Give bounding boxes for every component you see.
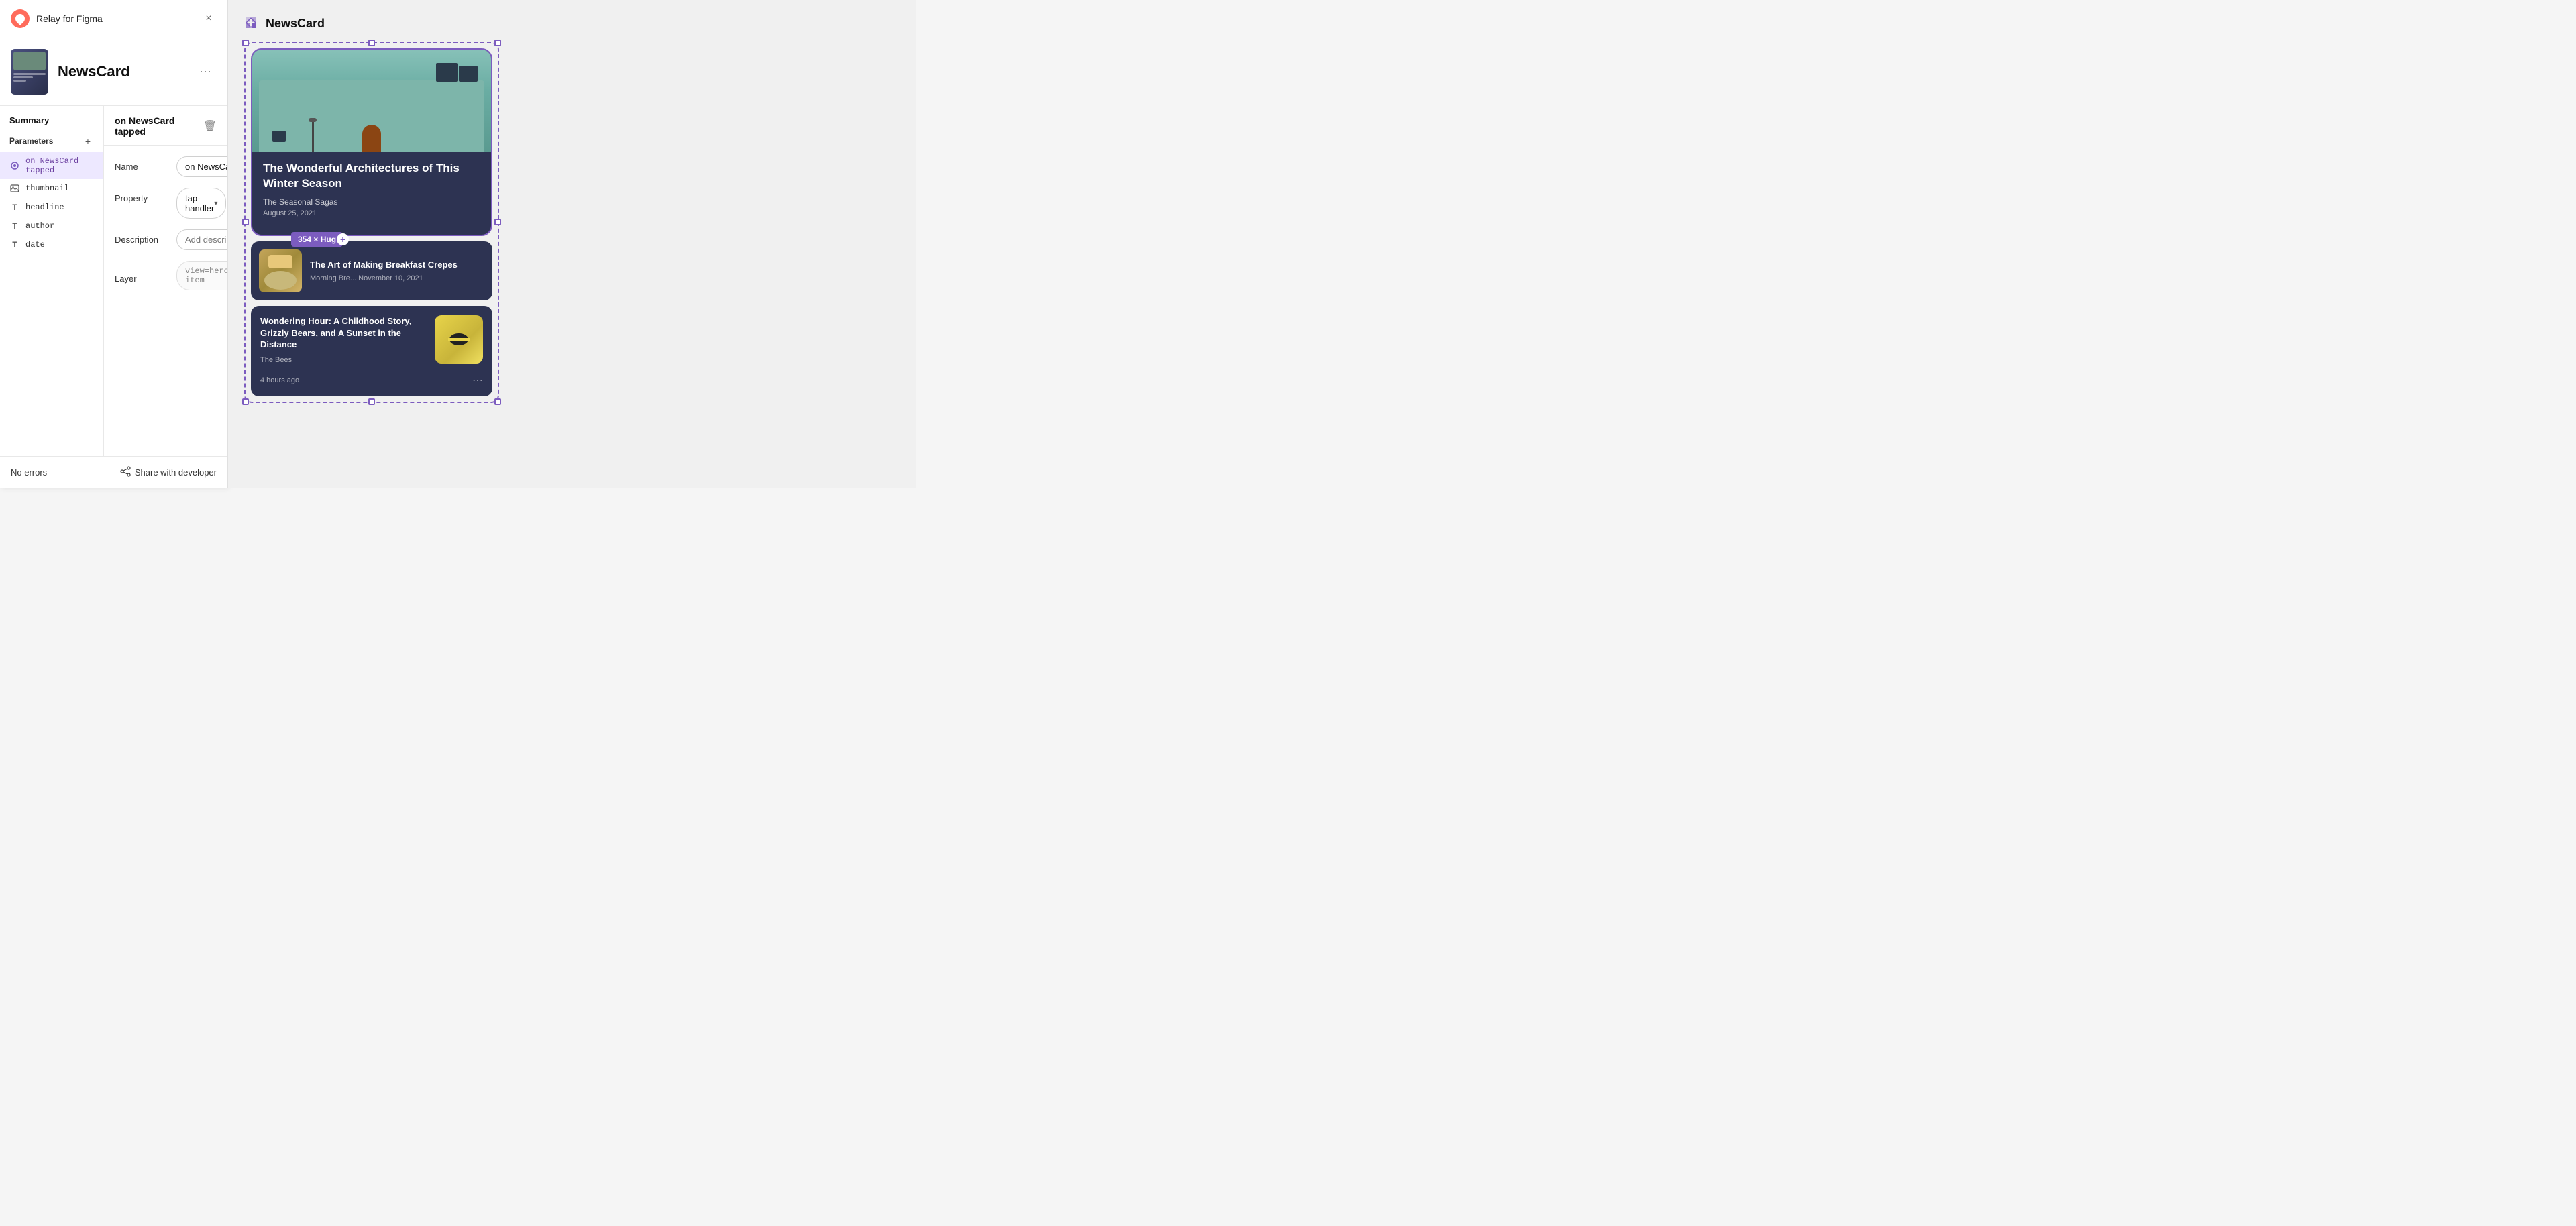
param-label-author: author: [25, 221, 54, 231]
resize-handle-tr[interactable]: [494, 40, 501, 46]
more-options-icon[interactable]: ⋯: [472, 374, 483, 387]
component-name: NewsCard: [58, 63, 130, 80]
right-panel: NewsCard: [228, 0, 916, 488]
left-panel: Relay for Figma × NewsCard ⋯ S: [0, 0, 228, 488]
resize-handle-br[interactable]: [494, 398, 501, 405]
resize-handle-tl[interactable]: [242, 40, 249, 46]
name-input[interactable]: [176, 156, 227, 177]
component-icon: [244, 16, 259, 31]
layer-value: view=hero-item: [176, 261, 227, 290]
detail-form: Name Property tap-handler ▾ Description: [104, 146, 227, 456]
relay-logo-icon: [11, 9, 30, 28]
detail-header: on NewsCard tapped 🗑: [104, 106, 227, 146]
third-card-author: The Bees: [260, 356, 427, 364]
parameters-header: Parameters +: [0, 132, 103, 152]
share-icon: [120, 466, 131, 479]
small-card[interactable]: 354 × Hug + The Art of Making Breakfast …: [251, 241, 492, 300]
text-icon-author: T: [9, 221, 20, 231]
resize-handle-ml[interactable]: [242, 219, 249, 225]
canvas-header: NewsCard: [244, 16, 900, 31]
resize-handle-bl[interactable]: [242, 398, 249, 405]
description-row: Description: [115, 229, 217, 250]
app-title: Relay for Figma: [36, 13, 103, 24]
text-icon-date: T: [9, 239, 20, 250]
component-header: NewsCard ⋯: [0, 38, 227, 106]
layer-label: Layer: [115, 268, 168, 284]
status-text: No errors: [11, 467, 47, 478]
canvas-component-name: NewsCard: [266, 17, 325, 31]
property-select[interactable]: tap-handler ▾: [176, 188, 226, 219]
share-label: Share with developer: [135, 467, 217, 478]
param-item-interaction[interactable]: on NewsCard tapped: [0, 152, 103, 179]
resize-handle-mr[interactable]: [494, 219, 501, 225]
add-parameter-button[interactable]: +: [82, 135, 94, 147]
third-card-title: Wondering Hour: A Childhood Story, Grizz…: [260, 315, 427, 351]
property-value: tap-handler: [185, 193, 214, 213]
resize-handle-bm[interactable]: [368, 398, 375, 405]
third-card-content: Wondering Hour: A Childhood Story, Grizz…: [260, 315, 427, 367]
panel-footer: No errors Share with developer: [0, 456, 227, 488]
bee-image: [435, 315, 483, 364]
third-card-inner: Wondering Hour: A Childhood Story, Grizz…: [260, 315, 483, 367]
name-label: Name: [115, 156, 168, 172]
third-card-footer: 4 hours ago ⋯: [260, 374, 483, 387]
newscard-inner: The Wonderful Architectures of This Wint…: [247, 44, 496, 400]
small-card-thumbnail: [259, 249, 302, 292]
parameters-label: Parameters: [9, 136, 53, 146]
param-label-date: date: [25, 240, 45, 249]
param-label-headline: headline: [25, 203, 64, 212]
panel-body: Summary Parameters + on NewsCard tapped: [0, 106, 227, 456]
component-thumbnail: [11, 49, 48, 95]
summary-section: Summary Parameters + on NewsCard tapped: [0, 106, 104, 456]
param-item-author[interactable]: T author: [0, 217, 103, 235]
interaction-icon: [9, 160, 20, 171]
layer-row: Layer view=hero-item: [115, 261, 217, 290]
food-image: [259, 249, 302, 292]
panel-header: Relay for Figma ×: [0, 0, 227, 38]
text-icon-headline: T: [9, 202, 20, 213]
property-label: Property: [115, 188, 168, 203]
resize-handle-tm[interactable]: [368, 40, 375, 46]
description-input[interactable]: [176, 229, 227, 250]
share-button[interactable]: Share with developer: [120, 466, 217, 479]
property-row: Property tap-handler ▾: [115, 188, 217, 219]
small-card-content: The Art of Making Breakfast Crepes Morni…: [310, 260, 484, 283]
param-item-thumbnail[interactable]: thumbnail: [0, 179, 103, 198]
dimension-badge: 354 × Hug +: [291, 232, 343, 247]
param-item-date[interactable]: T date: [0, 235, 103, 254]
param-label-interaction: on NewsCard tapped: [25, 156, 94, 175]
delete-button[interactable]: 🗑: [203, 119, 217, 133]
param-item-headline[interactable]: T headline: [0, 198, 103, 217]
dimension-value: 354 × Hug: [298, 235, 336, 244]
newscard-preview: The Wonderful Architectures of This Wint…: [244, 42, 499, 403]
panel-header-left: Relay for Figma: [11, 9, 103, 28]
hero-image: [252, 50, 491, 152]
third-card-thumbnail: [435, 315, 483, 364]
small-card-title: The Art of Making Breakfast Crepes: [310, 260, 484, 271]
hero-card-date: August 25, 2021: [263, 209, 480, 217]
name-row: Name: [115, 156, 217, 177]
detail-title: on NewsCard tapped: [115, 115, 203, 137]
parameter-list: on NewsCard tapped thumbnail T: [0, 152, 103, 254]
detail-section: on NewsCard tapped 🗑 Name Property tap-h…: [104, 106, 227, 456]
image-icon: [9, 183, 20, 194]
small-card-meta: Morning Bre... November 10, 2021: [310, 274, 484, 282]
hero-card-author: The Seasonal Sagas: [263, 197, 480, 207]
more-button[interactable]: ⋯: [194, 62, 217, 82]
param-label-thumbnail: thumbnail: [25, 184, 69, 193]
hero-card[interactable]: The Wonderful Architectures of This Wint…: [251, 48, 492, 236]
component-header-left: NewsCard: [11, 49, 130, 95]
summary-title: Summary: [0, 106, 103, 132]
add-icon[interactable]: +: [337, 233, 349, 245]
chevron-down-icon: ▾: [214, 200, 217, 207]
third-card[interactable]: Wondering Hour: A Childhood Story, Grizz…: [251, 306, 492, 396]
description-label: Description: [115, 229, 168, 245]
close-button[interactable]: ×: [201, 11, 217, 27]
building-scene: [252, 50, 491, 152]
third-card-time: 4 hours ago: [260, 376, 299, 384]
hero-content: The Wonderful Architectures of This Wint…: [252, 152, 491, 227]
hero-card-title: The Wonderful Architectures of This Wint…: [263, 161, 480, 192]
